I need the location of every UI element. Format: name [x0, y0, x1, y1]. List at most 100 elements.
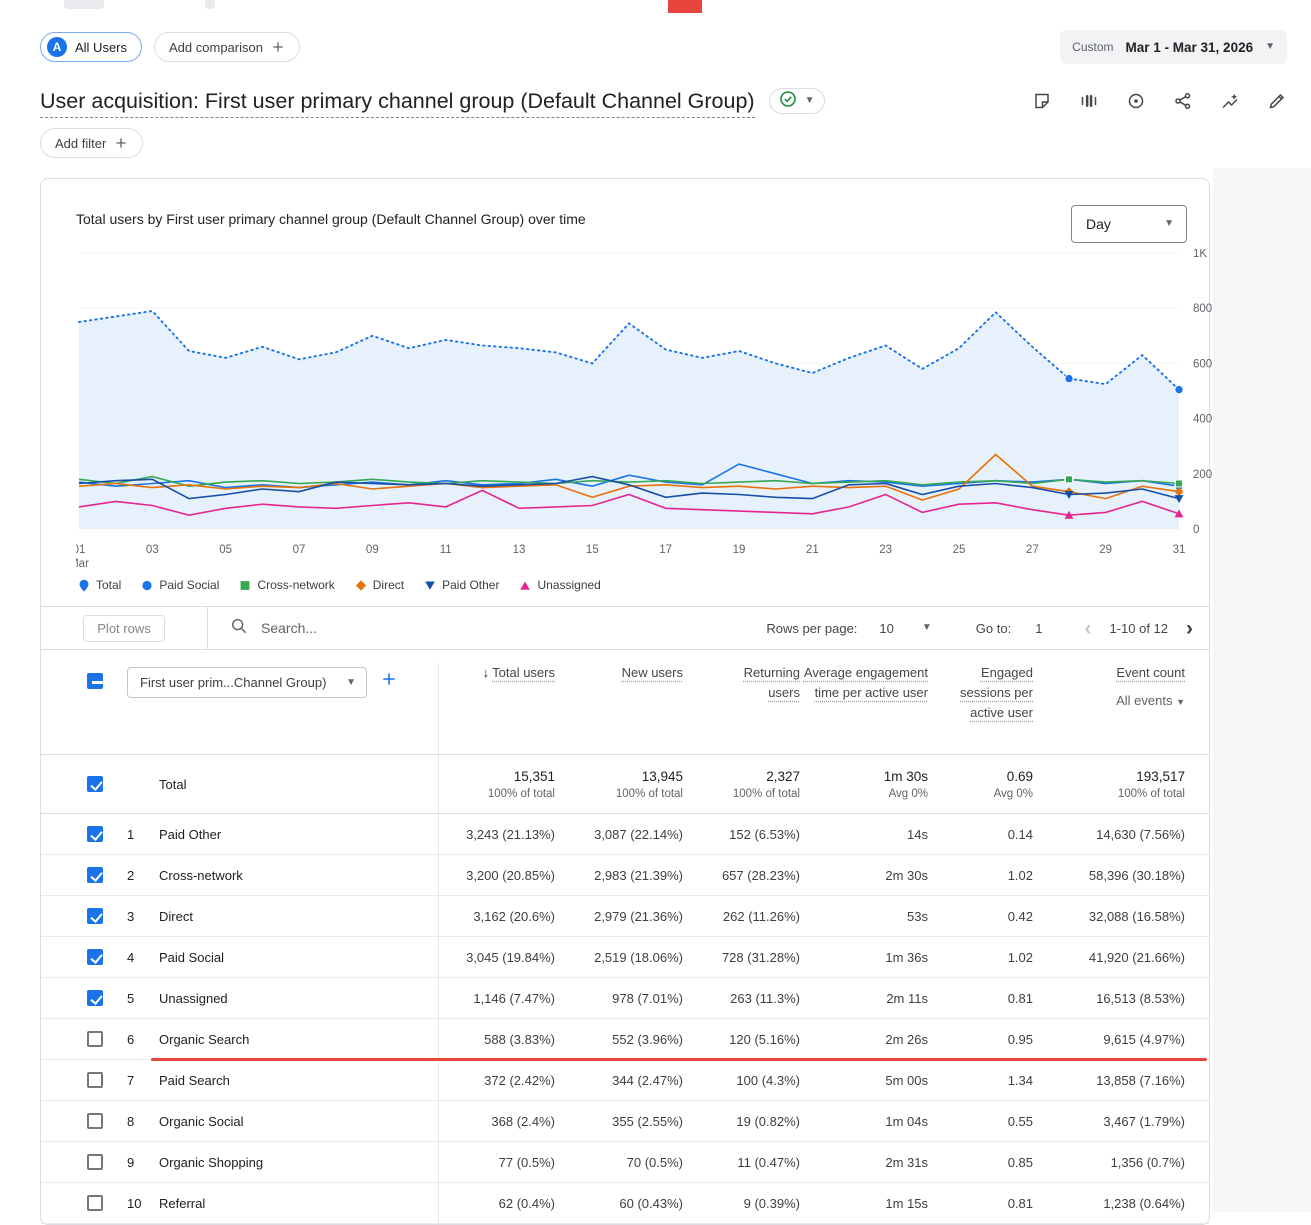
- interval-select[interactable]: Day ▼: [1071, 205, 1187, 243]
- row-checkbox[interactable]: [87, 826, 103, 842]
- table-row-cross-network[interactable]: 2Cross-network3,200 (20.85%)2,983 (21.39…: [41, 855, 1209, 896]
- legend-label: Paid Social: [159, 578, 219, 592]
- table-row-organic-search[interactable]: 6Organic Search588 (3.83%)552 (3.96%)120…: [41, 1019, 1209, 1060]
- totals-checkbox[interactable]: [87, 776, 103, 792]
- ab-compare-icon[interactable]: [1079, 91, 1099, 111]
- sort-descending-icon: ↓: [483, 665, 490, 680]
- row-checkbox[interactable]: [87, 949, 103, 965]
- legend-label: Total: [96, 578, 121, 592]
- svg-text:800: 800: [1193, 303, 1212, 315]
- add-filter-chip[interactable]: Add filter: [40, 128, 143, 158]
- rows-per-page-select[interactable]: 10 ▼: [879, 621, 931, 636]
- svg-text:Mar: Mar: [76, 558, 89, 570]
- go-to-input[interactable]: 1: [1035, 621, 1042, 636]
- column-header-total-users[interactable]: ↓Total users: [439, 663, 555, 683]
- svg-text:23: 23: [879, 544, 892, 556]
- column-header-engaged-sessions-per-active-user[interactable]: Engaged sessions per active user: [928, 663, 1033, 723]
- event-scope-select[interactable]: All events ▼: [1033, 691, 1185, 711]
- table-row-paid-social[interactable]: 4Paid Social3,045 (19.84%)2,519 (18.06%)…: [41, 937, 1209, 978]
- row-number: 5: [127, 991, 159, 1006]
- column-header-event-count[interactable]: Event countAll events ▼: [1033, 663, 1185, 711]
- note-icon[interactable]: [1032, 91, 1052, 111]
- svg-text:15: 15: [586, 544, 599, 556]
- add-filter-label: Add filter: [55, 136, 106, 151]
- metric-cell: 11 (0.47%): [683, 1155, 800, 1170]
- search-input[interactable]: [259, 619, 519, 637]
- table-row-organic-shopping[interactable]: 9Organic Shopping77 (0.5%)70 (0.5%)11 (0…: [41, 1142, 1209, 1183]
- metric-cell: 372 (2.42%): [439, 1073, 555, 1088]
- row-checkbox[interactable]: [87, 908, 103, 924]
- metric-cell: 62 (0.4%): [439, 1196, 555, 1211]
- date-range-picker[interactable]: Custom Mar 1 - Mar 31, 2026 ▼: [1060, 30, 1287, 64]
- metric-cell: 0.42: [928, 909, 1033, 924]
- svg-text:11: 11: [440, 544, 452, 556]
- row-checkbox[interactable]: [87, 1072, 103, 1088]
- legend-item-total[interactable]: Total: [78, 578, 121, 592]
- legend-item-direct[interactable]: Direct: [355, 578, 404, 592]
- top-edge-fragment: [205, 0, 215, 9]
- channel-name: Organic Shopping: [159, 1155, 263, 1170]
- column-header-new-users[interactable]: New users: [555, 663, 683, 683]
- edit-icon[interactable]: [1267, 91, 1287, 111]
- all-users-chip[interactable]: A All Users: [40, 32, 142, 62]
- metric-cell: 41,920 (21.66%): [1033, 950, 1185, 965]
- svg-text:21: 21: [806, 544, 819, 556]
- add-dimension-button[interactable]: [381, 671, 397, 687]
- report-title-text[interactable]: User acquisition: First user primary cha…: [40, 89, 755, 118]
- svg-text:03: 03: [146, 544, 159, 556]
- insights-circle-icon[interactable]: [1126, 91, 1146, 111]
- totals-metric-cell: 193,517100% of total: [1033, 769, 1185, 800]
- row-checkbox[interactable]: [87, 1154, 103, 1170]
- metric-cell: 1,146 (7.47%): [439, 991, 555, 1006]
- svg-text:400: 400: [1193, 414, 1212, 426]
- metric-cell: 9 (0.39%): [683, 1196, 800, 1211]
- dimension-select[interactable]: First user prim...Channel Group) ▼: [127, 667, 367, 698]
- column-header-average-engagement-time-per-active-user[interactable]: Average engagement time per active user: [800, 663, 928, 703]
- chevron-down-icon: ▼: [1265, 42, 1275, 52]
- select-all-checkbox[interactable]: [87, 673, 103, 689]
- date-preset-label: Custom: [1072, 40, 1113, 54]
- legend-item-cross-network[interactable]: Cross-network: [239, 578, 334, 592]
- metric-cell: 2m 31s: [800, 1155, 928, 1170]
- legend-item-paid-social[interactable]: Paid Social: [141, 578, 219, 592]
- legend-item-paid-other[interactable]: Paid Other: [424, 578, 499, 592]
- row-checkbox[interactable]: [87, 1113, 103, 1129]
- svg-text:1K: 1K: [1193, 249, 1207, 260]
- row-checkbox[interactable]: [87, 990, 103, 1006]
- svg-text:05: 05: [219, 544, 232, 556]
- row-checkbox[interactable]: [87, 1031, 103, 1047]
- next-page-icon[interactable]: ›: [1184, 618, 1195, 639]
- table-row-referral[interactable]: 10Referral62 (0.4%)60 (0.43%)9 (0.39%)1m…: [41, 1183, 1209, 1224]
- legend-item-unassigned[interactable]: Unassigned: [519, 578, 600, 592]
- row-checkbox[interactable]: [87, 1195, 103, 1211]
- table-row-direct[interactable]: 3Direct3,162 (20.6%)2,979 (21.36%)262 (1…: [41, 896, 1209, 937]
- add-comparison-chip[interactable]: Add comparison: [154, 32, 300, 62]
- metric-cell: 14,630 (7.56%): [1033, 827, 1185, 842]
- chevron-down-icon: ▼: [922, 623, 932, 633]
- data-quality-badge[interactable]: ▼: [769, 88, 825, 114]
- metric-cell: 9,615 (4.97%): [1033, 1032, 1185, 1047]
- previous-page-icon[interactable]: ‹: [1082, 618, 1093, 639]
- table-row-unassigned[interactable]: 5Unassigned1,146 (7.47%)978 (7.01%)263 (…: [41, 978, 1209, 1019]
- metric-cell: 2m 26s: [800, 1032, 928, 1047]
- totals-row: Total 15,351100% of total13,945100% of t…: [41, 755, 1209, 814]
- timeseries-chart[interactable]: 02004006008001K01Mar03050709111315171921…: [76, 249, 1201, 576]
- table-row-paid-other[interactable]: 1Paid Other3,243 (21.13%)3,087 (22.14%)1…: [41, 814, 1209, 855]
- channel-name: Cross-network: [159, 868, 243, 883]
- svg-text:29: 29: [1099, 544, 1112, 556]
- channel-name: Organic Social: [159, 1114, 244, 1129]
- plot-rows-button[interactable]: Plot rows: [83, 615, 164, 642]
- legend-label: Unassigned: [537, 578, 600, 592]
- metric-cell: 3,200 (20.85%): [439, 868, 555, 883]
- row-checkbox[interactable]: [87, 867, 103, 883]
- table-row-organic-social[interactable]: 8Organic Social368 (2.4%)355 (2.55%)19 (…: [41, 1101, 1209, 1142]
- table-controls: Plot rows Rows per page: 10 ▼ Go to: 1 ‹…: [41, 606, 1209, 650]
- metric-cell: 588 (3.83%): [439, 1032, 555, 1047]
- metric-cell: 5m 00s: [800, 1073, 928, 1088]
- table-row-paid-search[interactable]: 7Paid Search372 (2.42%)344 (2.47%)100 (4…: [41, 1060, 1209, 1101]
- sparkle-trend-icon[interactable]: [1220, 91, 1240, 111]
- metric-cell: 0.14: [928, 827, 1033, 842]
- column-header-returning-users[interactable]: Returning users: [683, 663, 800, 703]
- metric-cell: 3,087 (22.14%): [555, 827, 683, 842]
- share-icon[interactable]: [1173, 91, 1193, 111]
